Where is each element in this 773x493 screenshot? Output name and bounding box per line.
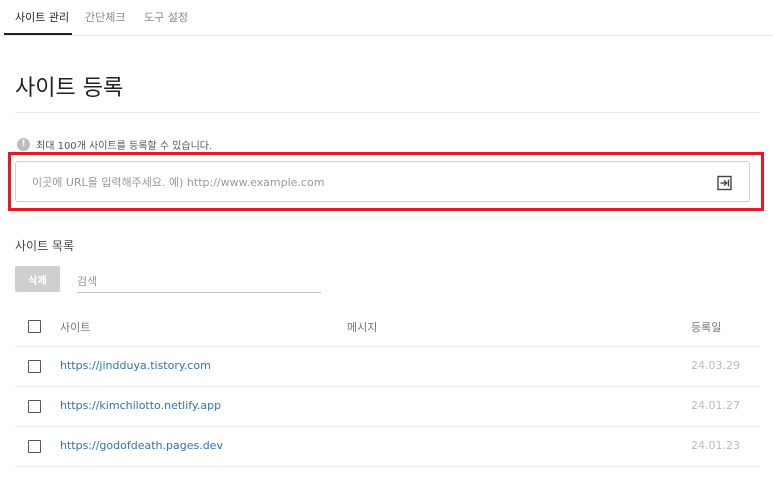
select-all-checkbox[interactable] [28, 320, 41, 333]
row-date: 24.03.29 [691, 359, 740, 372]
notice: ! 최대 100개 사이트를 등록할 수 있습니다. [17, 137, 212, 152]
table-row: https://kimchilotto.netlify.app 24.01.27 [15, 387, 760, 427]
search-input[interactable] [77, 271, 321, 292]
row-date: 24.01.27 [691, 399, 740, 412]
enter-icon[interactable] [716, 174, 734, 192]
site-link[interactable]: https://godofdeath.pages.dev [60, 439, 223, 452]
row-checkbox[interactable] [28, 400, 41, 413]
url-input[interactable] [32, 174, 692, 190]
notice-text: 최대 100개 사이트를 등록할 수 있습니다. [36, 141, 213, 152]
url-input-box [15, 161, 750, 202]
site-link[interactable]: https://kimchilotto.netlify.app [60, 399, 221, 412]
tab-tool-settings[interactable]: 도구 설정 [144, 9, 188, 25]
table-row: https://godofdeath.pages.dev 24.01.23 [15, 427, 760, 467]
info-icon: ! [17, 138, 30, 151]
tab-bar: 사이트 관리 간단체크 도구 설정 [0, 0, 773, 36]
column-header-message: 메시지 [347, 321, 378, 334]
table-row: https://jindduya.tistory.com 24.03.29 [15, 347, 760, 387]
row-date: 24.01.23 [691, 439, 740, 452]
site-list-title: 사이트 목록 [15, 239, 75, 253]
site-table: 사이트 메시지 등록일 https://jindduya.tistory.com… [15, 307, 760, 467]
active-tab-indicator [4, 33, 72, 35]
page-title: 사이트 등록 [15, 76, 124, 101]
row-checkbox[interactable] [28, 440, 41, 453]
search-field [77, 270, 321, 293]
column-header-date: 등록일 [691, 321, 722, 334]
column-header-site: 사이트 [60, 321, 91, 334]
title-divider [15, 112, 760, 113]
table-header-row: 사이트 메시지 등록일 [15, 307, 760, 347]
row-checkbox[interactable] [28, 360, 41, 373]
site-link[interactable]: https://jindduya.tistory.com [60, 359, 211, 372]
delete-button[interactable]: 삭제 [15, 266, 60, 292]
tab-site-management[interactable]: 사이트 관리 [15, 9, 69, 25]
tab-quick-check[interactable]: 간단체크 [85, 9, 125, 25]
